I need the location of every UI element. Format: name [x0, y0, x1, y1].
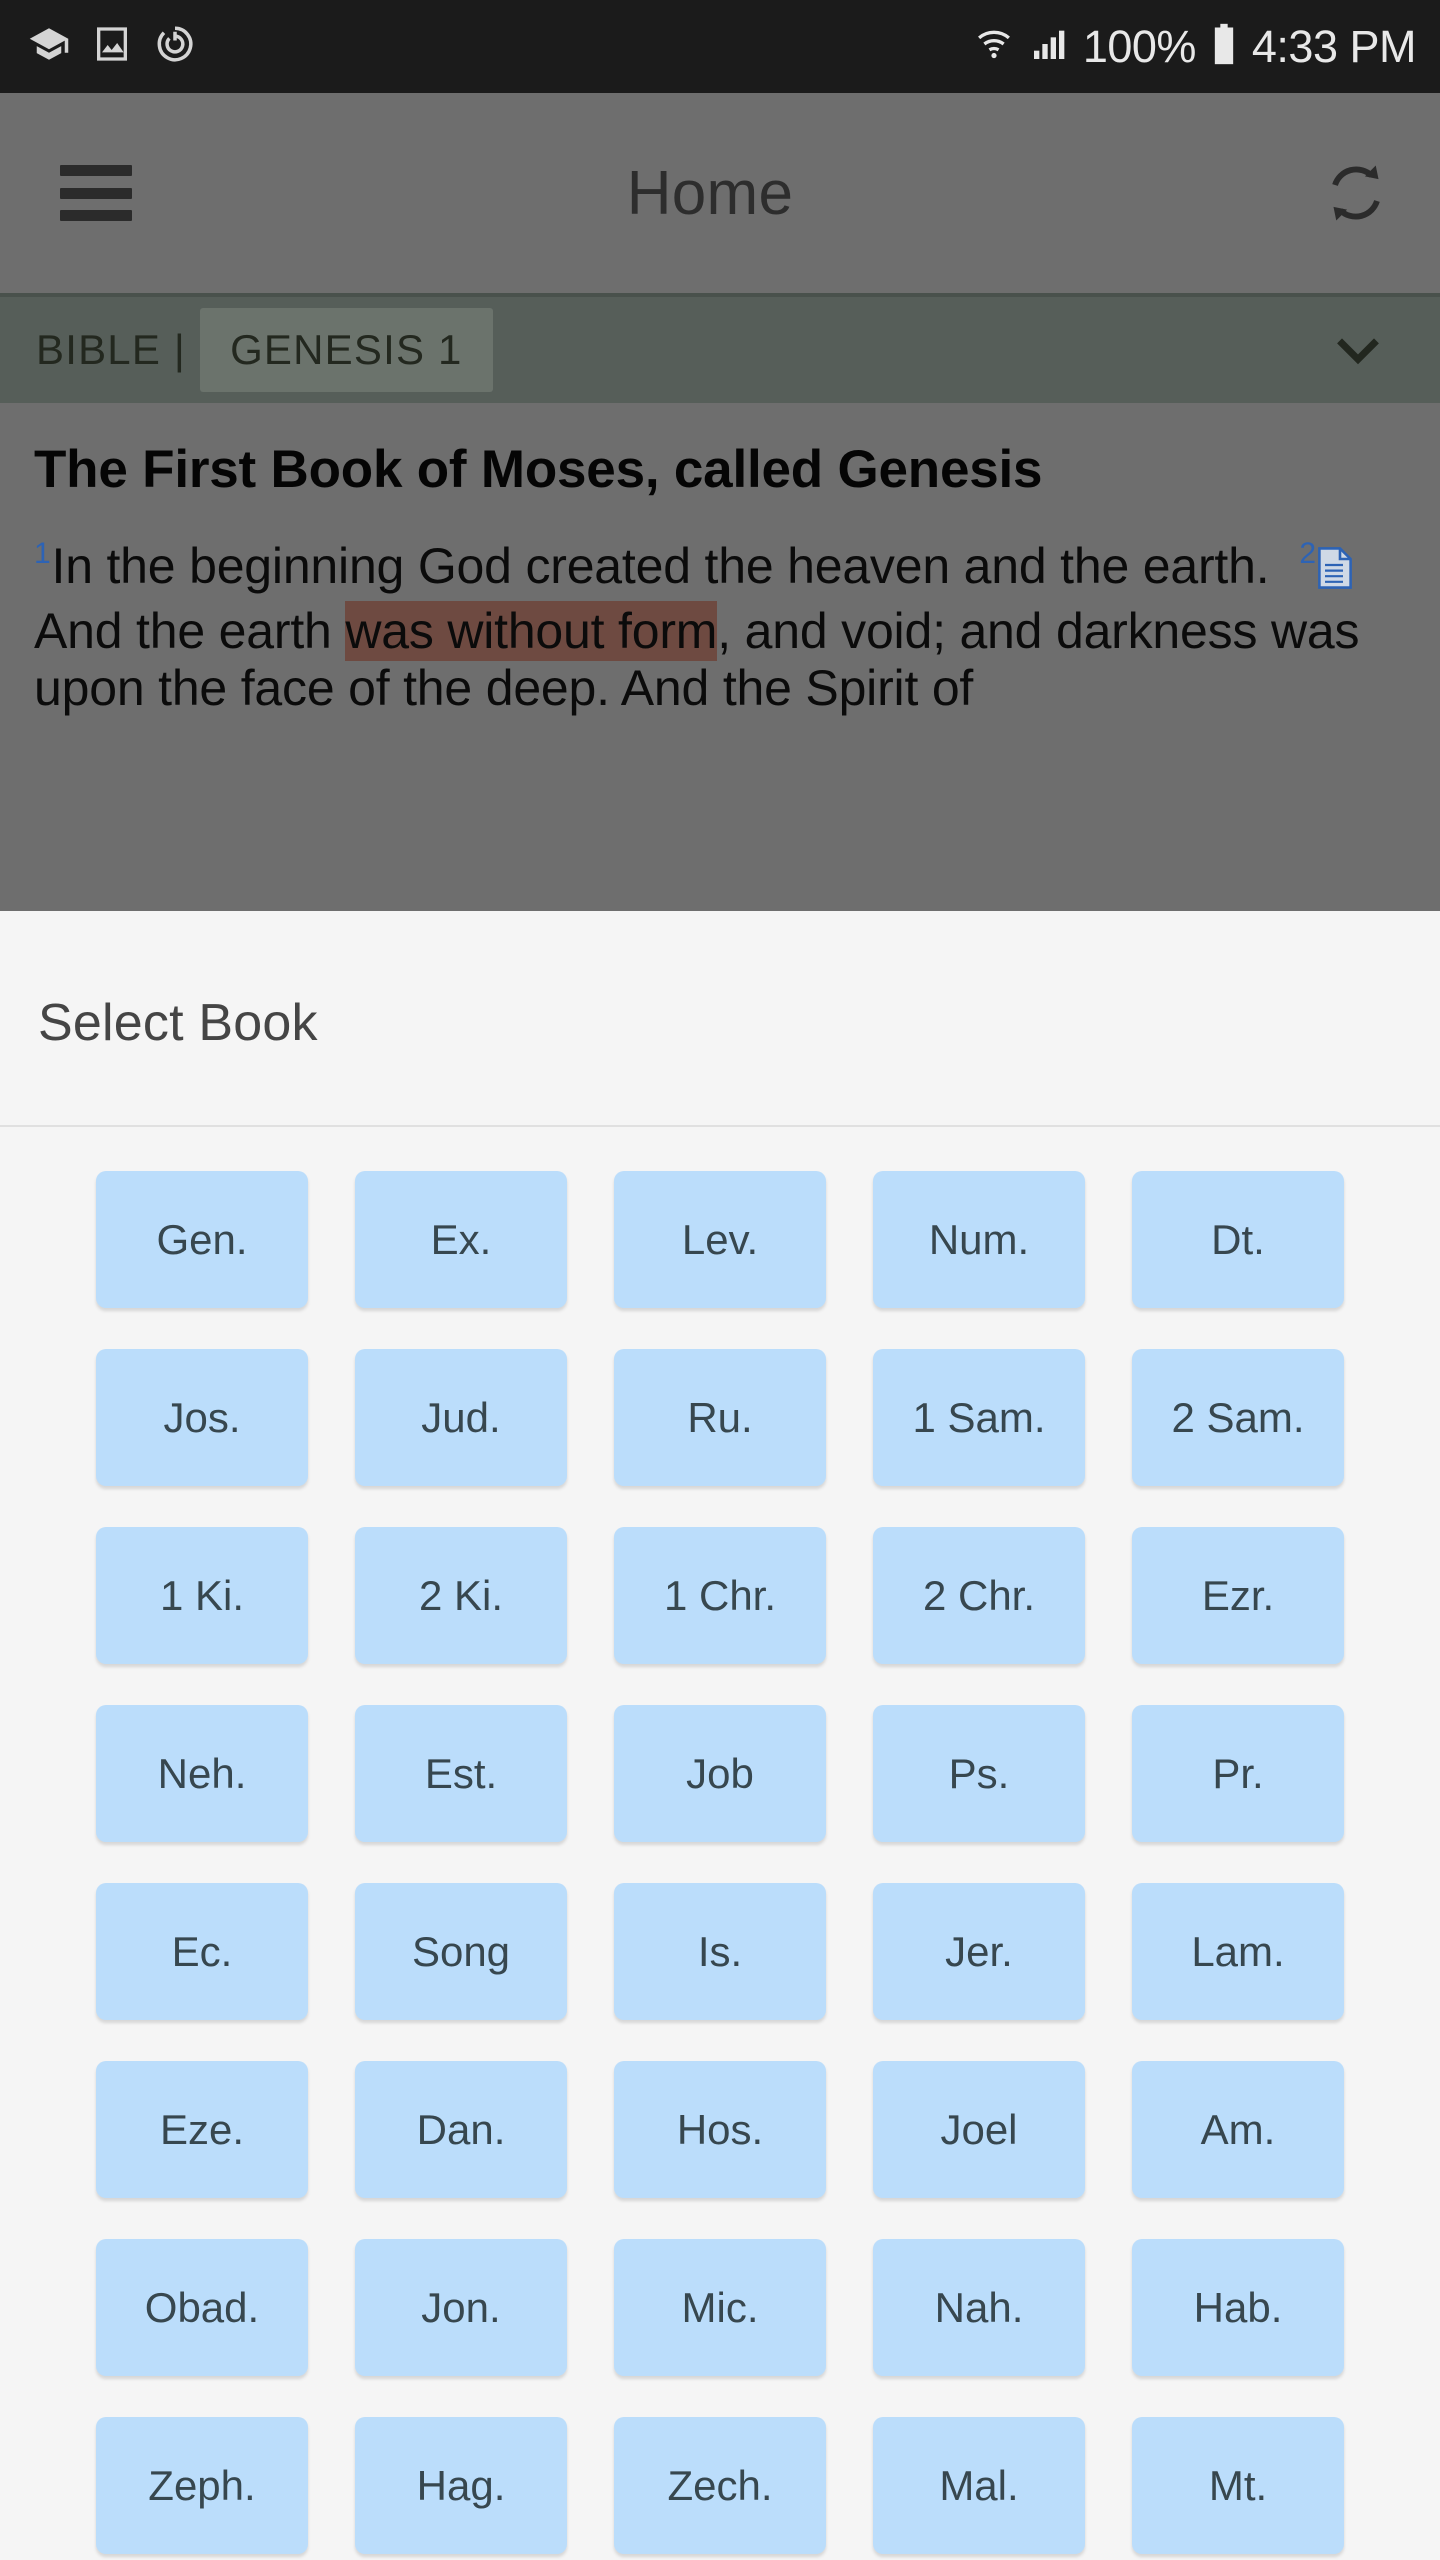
- book-button-hos[interactable]: Hos.: [614, 2061, 826, 2198]
- book-grid-row: 1 Ki. 2 Ki. 1 Chr. 2 Chr. Ezr.: [96, 1527, 1344, 1664]
- book-grid-row: Jos. Jud. Ru. 1 Sam. 2 Sam.: [96, 1349, 1344, 1486]
- book-button-hag[interactable]: Hag.: [355, 2417, 567, 2554]
- book-button-mt[interactable]: Mt.: [1132, 2417, 1344, 2554]
- book-button-jos[interactable]: Jos.: [96, 1349, 308, 1486]
- bible-reference-bar[interactable]: BIBLE | GENESIS 1: [0, 293, 1440, 403]
- book-grid: Gen. Ex. Lev. Num. Dt. Jos. Jud. Ru. 1 Sam. 2 Sam…: [0, 1127, 1440, 2554]
- book-button-ex[interactable]: Ex.: [355, 1171, 567, 1308]
- book-button-gen[interactable]: Gen.: [96, 1171, 308, 1308]
- page-title: Home: [626, 158, 794, 228]
- book-button-nah[interactable]: Nah.: [873, 2239, 1085, 2376]
- book-button-zeph[interactable]: Zeph.: [96, 2417, 308, 2554]
- sheet-title: Select Book: [38, 994, 318, 1052]
- book-button-zech[interactable]: Zech.: [614, 2417, 826, 2554]
- sync-status-icon: [154, 23, 196, 70]
- verse-body[interactable]: 1In the beginning God created the heaven…: [34, 537, 1406, 718]
- status-bar-right-icons: 100% 4:33 PM: [973, 21, 1417, 72]
- verse-number-2[interactable]: 2: [1299, 537, 1316, 570]
- book-button-lam[interactable]: Lam.: [1132, 1883, 1344, 2020]
- book-button-jud[interactable]: Jud.: [355, 1349, 567, 1486]
- book-button-ezr[interactable]: Ezr.: [1132, 1527, 1344, 1664]
- book-button-song[interactable]: Song: [355, 1883, 567, 2020]
- image-icon: [92, 24, 132, 69]
- status-bar: 100% 4:33 PM: [0, 0, 1440, 93]
- scripture-pane[interactable]: The First Book of Moses, called Genesis …: [0, 403, 1440, 911]
- app-bar: Home: [0, 93, 1440, 293]
- book-grid-row: Eze. Dan. Hos. Joel Am.: [96, 2061, 1344, 2198]
- status-bar-clock: 4:33 PM: [1251, 21, 1417, 72]
- book-button-job[interactable]: Job: [614, 1705, 826, 1842]
- book-button-1-chr[interactable]: 1 Chr.: [614, 1527, 826, 1664]
- book-button-2-ki[interactable]: 2 Ki.: [355, 1527, 567, 1664]
- status-bar-left-icons: [28, 23, 196, 70]
- book-button-neh[interactable]: Neh.: [96, 1705, 308, 1842]
- bible-label: BIBLE |: [36, 326, 187, 373]
- verse-number-1[interactable]: 1: [34, 537, 51, 570]
- sync-refresh-icon[interactable]: [1318, 155, 1394, 231]
- book-grid-row: Ec. Song Is. Jer. Lam.: [96, 1883, 1344, 2020]
- chevron-down-icon[interactable]: [1322, 314, 1394, 386]
- book-button-jer[interactable]: Jer.: [873, 1883, 1085, 2020]
- book-grid-row: Obad. Jon. Mic. Nah. Hab.: [96, 2239, 1344, 2376]
- book-button-pr[interactable]: Pr.: [1132, 1705, 1344, 1842]
- graduation-cap-icon: [28, 23, 70, 70]
- book-button-mic[interactable]: Mic.: [614, 2239, 826, 2376]
- chapter-selector-chip[interactable]: GENESIS 1: [200, 308, 493, 392]
- book-button-dan[interactable]: Dan.: [355, 2061, 567, 2198]
- book-button-1-sam[interactable]: 1 Sam.: [873, 1349, 1085, 1486]
- book-button-hab[interactable]: Hab.: [1132, 2239, 1344, 2376]
- book-button-lev[interactable]: Lev.: [614, 1171, 826, 1308]
- book-button-mal[interactable]: Mal.: [873, 2417, 1085, 2554]
- book-button-jon[interactable]: Jon.: [355, 2239, 567, 2376]
- book-button-2-chr[interactable]: 2 Chr.: [873, 1527, 1085, 1664]
- book-button-est[interactable]: Est.: [355, 1705, 567, 1842]
- book-grid-row: Gen. Ex. Lev. Num. Dt.: [96, 1171, 1344, 1308]
- book-button-ru[interactable]: Ru.: [614, 1349, 826, 1486]
- verse-1-text: In the beginning God created the heaven …: [51, 538, 1270, 595]
- book-button-is[interactable]: Is.: [614, 1883, 826, 2020]
- battery-full-icon: [1210, 22, 1238, 71]
- book-button-1-ki[interactable]: 1 Ki.: [96, 1527, 308, 1664]
- book-button-dt[interactable]: Dt.: [1132, 1171, 1344, 1308]
- battery-percentage-label: 100%: [1082, 21, 1197, 72]
- book-grid-row: Neh. Est. Job Ps. Pr.: [96, 1705, 1344, 1842]
- book-button-ec[interactable]: Ec.: [96, 1883, 308, 2020]
- highlighted-text[interactable]: was without form: [345, 600, 717, 661]
- book-grid-row: Zeph. Hag. Zech. Mal. Mt.: [96, 2417, 1344, 2554]
- select-book-sheet: Select Book Gen. Ex. Lev. Num. Dt. Jos. Jud. Ru…: [0, 911, 1440, 2560]
- cellular-signal-icon: [1029, 24, 1069, 69]
- book-button-num[interactable]: Num.: [873, 1171, 1085, 1308]
- wifi-icon: [973, 23, 1015, 70]
- book-button-obad[interactable]: Obad.: [96, 2239, 308, 2376]
- verse-2-text-before-highlight: And the earth: [34, 602, 346, 659]
- book-button-eze[interactable]: Eze.: [96, 2061, 308, 2198]
- book-button-2-sam[interactable]: 2 Sam.: [1132, 1349, 1344, 1486]
- book-heading: The First Book of Moses, called Genesis: [34, 440, 1043, 499]
- note-document-icon[interactable]: [1317, 545, 1353, 603]
- book-button-joel[interactable]: Joel: [873, 2061, 1085, 2198]
- book-button-am[interactable]: Am.: [1132, 2061, 1344, 2198]
- book-button-ps[interactable]: Ps.: [873, 1705, 1085, 1842]
